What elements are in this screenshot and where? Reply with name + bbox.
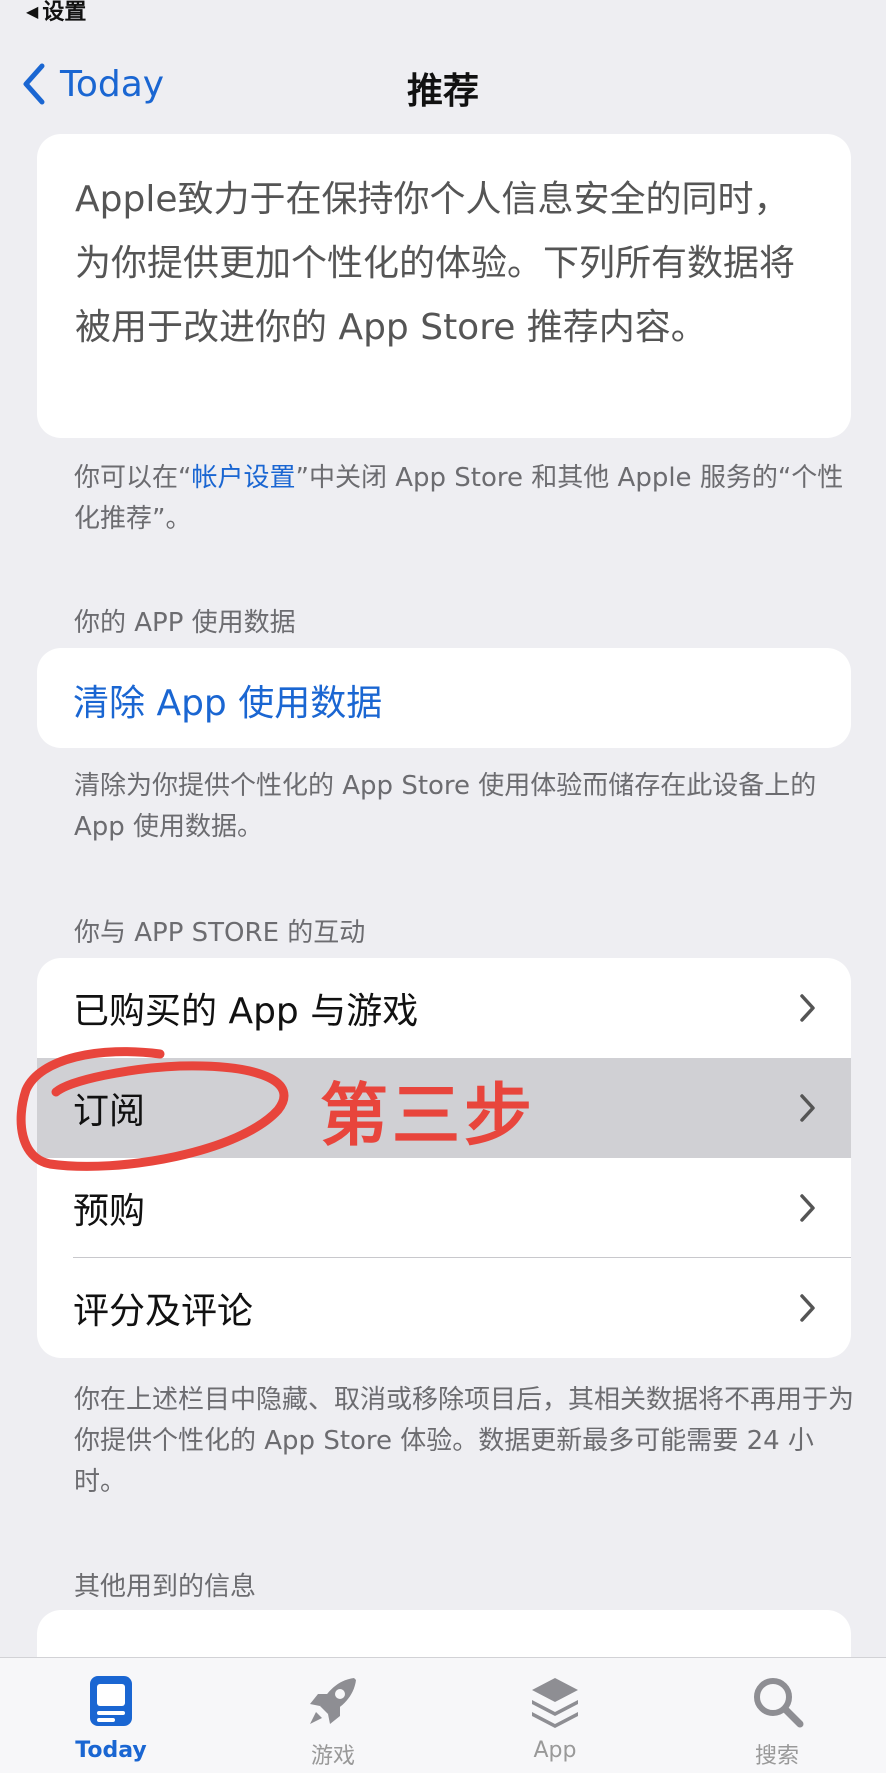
navigation-bar: Today 推荐 xyxy=(0,48,886,120)
tab-today[interactable]: Today xyxy=(46,1672,176,1763)
chevron-right-icon xyxy=(800,1294,815,1322)
interactions-header: 你与 APP STORE 的互动 xyxy=(74,918,366,948)
tab-search[interactable]: 搜索 xyxy=(712,1672,842,1770)
chevron-right-icon xyxy=(800,1094,815,1122)
search-icon xyxy=(754,1678,804,1728)
row-label: 评分及评论 xyxy=(73,1291,254,1332)
clear-usage-card: 清除 App 使用数据 xyxy=(37,648,851,748)
rocket-icon xyxy=(310,1678,356,1724)
row-label: 订阅 xyxy=(73,1091,146,1132)
app-usage-header: 你的 APP 使用数据 xyxy=(74,608,296,638)
status-back-to-settings[interactable]: ◀ 设置 xyxy=(26,0,86,26)
chevron-right-icon xyxy=(800,994,815,1022)
tab-label: 搜索 xyxy=(754,1744,799,1769)
intro-text: Apple致力于在保持你个人信息安全的同时，为你提供更加个性化的体验。下列所有数… xyxy=(75,179,796,348)
row-label: 已购买的 App 与游戏 xyxy=(73,991,419,1032)
intro-card: Apple致力于在保持你个人信息安全的同时，为你提供更加个性化的体验。下列所有数… xyxy=(37,134,851,438)
account-settings-link[interactable]: 帐户设置 xyxy=(191,463,295,493)
other-info-header: 其他用到的信息 xyxy=(74,1572,257,1602)
row-preorders[interactable]: 预购 xyxy=(37,1158,851,1258)
annotation-step-text: 第三步 xyxy=(320,1077,537,1156)
status-back-label: 设置 xyxy=(42,0,87,25)
today-icon xyxy=(90,1676,132,1726)
row-purchased-apps-games[interactable]: 已购买的 App 与游戏 xyxy=(37,958,851,1058)
tab-label: App xyxy=(533,1738,577,1763)
clear-app-usage-button[interactable]: 清除 App 使用数据 xyxy=(73,674,382,726)
layers-icon xyxy=(532,1678,578,1728)
account-note-prefix: 你可以在“ xyxy=(74,463,192,493)
tab-apps[interactable]: App xyxy=(490,1672,620,1763)
tab-label: 游戏 xyxy=(310,1744,355,1769)
row-label: 预购 xyxy=(73,1191,146,1232)
account-settings-note: 你可以在“帐户设置”中关闭 App Store 和其他 Apple 服务的“个性… xyxy=(74,458,864,540)
page-title: 推荐 xyxy=(406,71,479,112)
tab-label: Today xyxy=(75,1738,147,1763)
app-usage-footnote: 清除为你提供个性化的 App Store 使用体验而储存在此设备上的 App 使… xyxy=(74,771,817,842)
interactions-footnote: 你在上述栏目中隐藏、取消或移除项目后，其相关数据将不再用于为你提供个性化的 Ap… xyxy=(74,1385,855,1497)
back-triangle-icon: ◀ xyxy=(26,2,39,21)
tab-games[interactable]: 游戏 xyxy=(268,1672,398,1770)
chevron-right-icon xyxy=(800,1194,815,1222)
row-ratings-reviews[interactable]: 评分及评论 xyxy=(37,1258,851,1358)
tab-bar: Today 游戏 App 搜索 xyxy=(0,1657,886,1773)
